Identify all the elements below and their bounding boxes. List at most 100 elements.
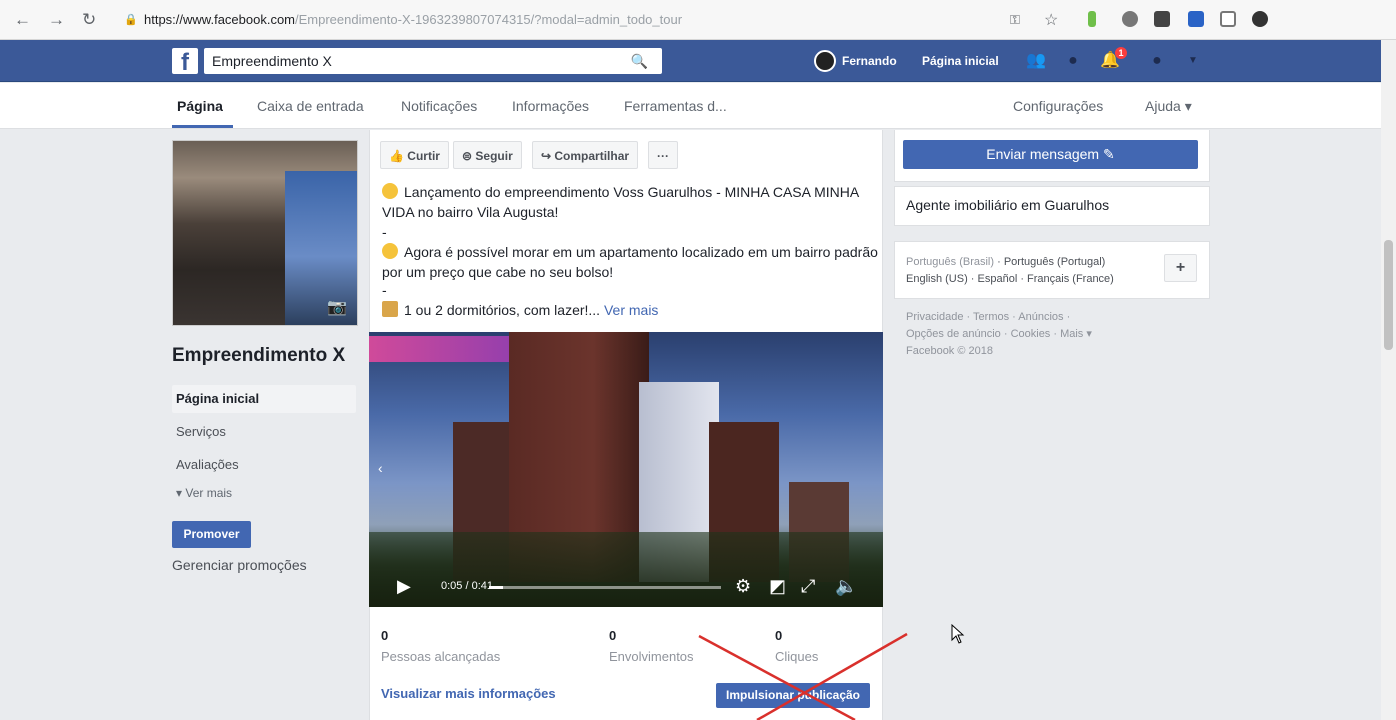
address-bar[interactable]: 🔒 https://www.facebook.com/Empreendiment… — [116, 7, 996, 33]
language-links[interactable]: English (US) · Español · Français (Franc… — [906, 273, 1114, 285]
help-icon[interactable]: ● — [1146, 50, 1168, 72]
stat-label: Envolvimentos — [609, 649, 694, 664]
post-dash: - — [382, 224, 387, 240]
see-more-label: Ver mais — [185, 486, 233, 500]
url-host: https://www.facebook.com — [144, 12, 296, 27]
language-selector: Português (Brasil) · Português (Portugal… — [906, 254, 1166, 288]
search-value: Empreendimento X — [212, 53, 332, 69]
scrollbar-thumb[interactable] — [1384, 240, 1393, 350]
follow-label: Seguir — [475, 149, 513, 163]
video-time: 0:05 / 0:41 — [441, 580, 493, 592]
smile-emoji-icon — [382, 243, 398, 259]
extension-icon[interactable] — [1252, 11, 1268, 27]
add-language-button[interactable]: + — [1164, 254, 1197, 282]
post-see-more-link[interactable]: Ver mais — [604, 302, 658, 318]
stat-label: Pessoas alcançadas — [381, 649, 501, 664]
reload-icon[interactable]: ↻ — [82, 10, 96, 30]
extension-icon[interactable] — [1088, 11, 1096, 27]
star-icon[interactable]: ☆ — [1044, 10, 1058, 30]
camera-icon[interactable]: 📷 — [327, 297, 347, 317]
post-line-3: 1 ou 2 dormitórios, com lazer!... — [404, 302, 601, 318]
extension-icon[interactable] — [1188, 11, 1204, 27]
follow-button[interactable]: ⊜ Seguir — [453, 141, 522, 169]
profile-picture[interactable]: 📷 — [172, 140, 358, 326]
share-button[interactable]: ↪ Compartilhar — [532, 141, 639, 169]
settings-gear-icon[interactable]: ⚙ — [735, 576, 751, 597]
video-prev-icon[interactable]: ‹ — [378, 460, 383, 476]
chevron-down-icon: ▾ — [176, 486, 186, 500]
left-nav-home[interactable]: Página inicial — [172, 385, 356, 413]
extension-icon[interactable] — [1220, 11, 1236, 27]
search-icon[interactable]: 🔍 — [631, 48, 648, 74]
stat-value: 0 — [381, 628, 389, 643]
scrollbar[interactable] — [1381, 40, 1396, 720]
key-icon[interactable]: ⚿ — [1010, 12, 1020, 28]
url-path: /Empreendimento-X-1963239807074315/?moda… — [295, 12, 683, 27]
mute-icon[interactable]: 🔈 — [835, 576, 857, 597]
smile-emoji-icon — [382, 183, 398, 199]
lock-icon: 🔒 — [124, 14, 138, 26]
footer-copyright: Facebook © 2018 — [906, 345, 993, 357]
person-emoji-icon — [382, 301, 398, 317]
facebook-logo-icon[interactable]: f — [172, 48, 198, 76]
tab-tools[interactable]: Ferramentas d... — [624, 98, 727, 114]
video-progress-fill — [489, 586, 503, 589]
post-video[interactable] — [369, 332, 883, 607]
like-label: Curtir — [407, 149, 440, 163]
stat-engagement: 0 Envolvimentos — [609, 628, 694, 664]
profile-link[interactable]: Fernando — [814, 50, 897, 72]
play-icon[interactable]: ▶ — [397, 576, 411, 597]
page-tab-bar: Página Caixa de entrada Notificações Inf… — [0, 83, 1396, 129]
view-more-info-link[interactable]: Visualizar mais informações — [381, 686, 556, 701]
tab-page[interactable]: Página — [177, 98, 223, 114]
picture-in-picture-icon[interactable]: ◩ — [769, 576, 786, 597]
tab-help[interactable]: Ajuda ▾ — [1145, 98, 1192, 115]
share-label: Compartilhar — [554, 149, 630, 163]
language-links[interactable]: · Português (Portugal) — [997, 256, 1105, 268]
red-cross-annotation — [698, 632, 908, 720]
home-link[interactable]: Página inicial — [922, 50, 999, 72]
notification-badge: 1 — [1115, 47, 1127, 59]
tab-inbox[interactable]: Caixa de entrada — [257, 98, 364, 114]
stat-value: 0 — [609, 628, 617, 643]
search-input[interactable]: Empreendimento X 🔍 — [204, 48, 662, 74]
post-line-2: Agora é possível morar em um apartamento… — [382, 244, 878, 280]
like-button[interactable]: 👍 Curtir — [380, 141, 449, 169]
tab-settings[interactable]: Configurações — [1013, 98, 1103, 114]
friends-icon[interactable]: 👥 — [1025, 50, 1047, 72]
left-nav-reviews[interactable]: Avaliações — [172, 451, 356, 479]
manage-promotions-link[interactable]: Gerenciar promoções — [172, 557, 307, 573]
current-language: Português (Brasil) — [906, 256, 995, 268]
avatar — [814, 50, 836, 72]
left-nav-see-more[interactable]: ▾ Ver mais — [176, 486, 232, 500]
stat-reach: 0 Pessoas alcançadas — [381, 628, 500, 664]
back-icon[interactable]: ← — [14, 10, 31, 30]
post-text-line: Lançamento do empreendimento Voss Guarul… — [382, 182, 878, 222]
forward-icon[interactable]: → — [48, 10, 65, 30]
user-name: Fernando — [842, 54, 897, 68]
mouse-cursor-icon — [951, 624, 965, 644]
left-nav-services[interactable]: Serviços — [172, 418, 356, 446]
fullscreen-icon[interactable]: ⤢ — [801, 576, 815, 597]
extension-icon[interactable] — [1122, 11, 1138, 27]
post-dash: - — [382, 282, 387, 298]
page-category[interactable]: Agente imobiliário em Guarulhos — [906, 197, 1109, 213]
promote-button[interactable]: Promover — [172, 521, 251, 548]
post-text-line: Agora é possível morar em um apartamento… — [382, 242, 878, 282]
browser-chrome: ← → ↻ 🔒 https://www.facebook.com/Empreen… — [0, 0, 1396, 40]
messenger-icon[interactable]: ● — [1062, 50, 1084, 72]
post-line-1: Lançamento do empreendimento Voss Guarul… — [382, 184, 859, 220]
footer-line[interactable]: Opções de anúncio · Cookies · Mais ▾ — [906, 328, 1092, 340]
active-tab-indicator — [172, 125, 233, 128]
video-progress-bar[interactable] — [489, 586, 721, 589]
send-message-button[interactable]: Enviar mensagem ✎ — [903, 140, 1198, 169]
footer-links: Privacidade · Termos · Anúncios · Opções… — [906, 309, 1196, 360]
page-title[interactable]: Empreendimento X — [172, 345, 345, 367]
tab-info[interactable]: Informações — [512, 98, 589, 114]
cursor-shape — [951, 624, 965, 644]
more-options-button[interactable]: ··· — [648, 141, 678, 169]
chevron-down-icon[interactable]: ▼ — [1182, 50, 1204, 72]
footer-line[interactable]: Privacidade · Termos · Anúncios · — [906, 311, 1070, 323]
tab-notifications[interactable]: Notificações — [401, 98, 477, 114]
extension-icon[interactable] — [1154, 11, 1170, 27]
